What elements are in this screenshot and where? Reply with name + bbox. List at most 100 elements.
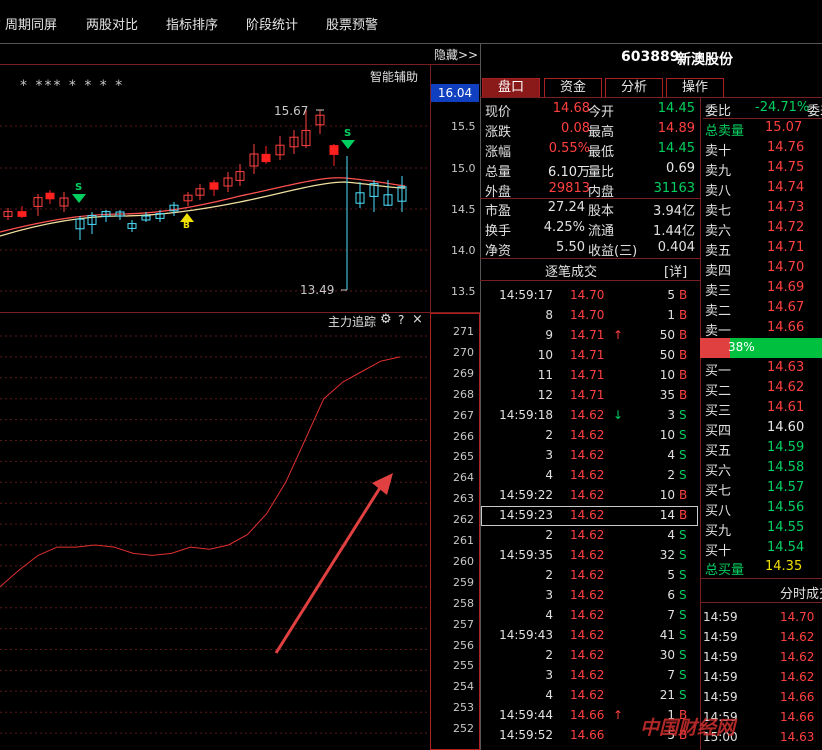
tick-trade-row[interactable]: 8 14.70 1 B bbox=[480, 306, 699, 326]
indicator-tick: 258 bbox=[453, 596, 474, 610]
indicator-tick: 255 bbox=[453, 659, 474, 673]
indicator-tick: 264 bbox=[453, 471, 474, 485]
menu-period-same-screen[interactable]: 周期同屏 bbox=[5, 14, 57, 33]
minute-trade-row[interactable]: 14:59 14.62 bbox=[700, 628, 822, 648]
tab-orderbook[interactable]: 盘口 bbox=[482, 78, 540, 97]
tick-trade-row[interactable]: 14:59:17 14.70 5 B bbox=[480, 286, 699, 306]
tick-trade-row[interactable]: 14:59:22 14.62 10 B bbox=[480, 486, 699, 506]
tab-analysis[interactable]: 分析 bbox=[605, 78, 663, 97]
sell-level-row[interactable]: 卖一 14.66 bbox=[703, 318, 822, 339]
quote-fundamental-row: 净资 5.50 收益(三) 0.404 bbox=[485, 240, 695, 259]
indicator-tick: 268 bbox=[453, 387, 474, 401]
indicator-tick: 263 bbox=[453, 492, 474, 506]
indicator-tick: 260 bbox=[453, 554, 474, 568]
price-tick: 14.0 bbox=[451, 244, 476, 257]
buy-level-row[interactable]: 买九 14.55 bbox=[703, 518, 822, 539]
tick-trade-row[interactable]: 12 14.71 35 B bbox=[480, 386, 699, 406]
ratio-label: 38% bbox=[728, 340, 755, 354]
price-tick: 13.5 bbox=[451, 285, 476, 298]
watermark-logo: 中国财经网 bbox=[640, 717, 736, 739]
buy-level-row[interactable]: 买三 14.61 bbox=[703, 398, 822, 419]
sell-level-row[interactable]: 卖六 14.72 bbox=[703, 218, 822, 239]
quote-row: 总量 6.10万 量比 0.69 bbox=[485, 161, 695, 180]
tab-funds[interactable]: 资金 bbox=[544, 78, 602, 97]
tick-trade-row[interactable]: 2 14.62 10 S bbox=[480, 426, 699, 446]
indicator-tick: 253 bbox=[453, 701, 474, 715]
tick-trade-row[interactable]: 10 14.71 50 B bbox=[480, 346, 699, 366]
indicator-axis: 271 270 269 268 267 266 265 264 263 262 261 260 259 2… bbox=[430, 313, 480, 750]
indicator-tick: 265 bbox=[453, 450, 474, 464]
quote-fundamental-row: 换手 4.25% 流通 1.44亿 bbox=[485, 220, 695, 239]
indicator-chart-svg bbox=[0, 335, 430, 734]
menu-indicator-sort[interactable]: 指标排序 bbox=[166, 14, 218, 33]
indicator-tick: 271 bbox=[453, 325, 474, 338]
sell-signal-icon: S bbox=[341, 128, 355, 150]
indicator-tick: 270 bbox=[453, 345, 474, 359]
tick-trade-row[interactable]: 14:59:18 14.62 ↓ 3 S bbox=[480, 406, 699, 426]
menu-stock-alert[interactable]: 股票预警 bbox=[326, 14, 378, 33]
sell-level-row[interactable]: 卖八 14.74 bbox=[703, 178, 822, 199]
menu-two-stock-compare[interactable]: 两股对比 bbox=[86, 14, 138, 33]
sell-level-row[interactable]: 卖二 14.67 bbox=[703, 298, 822, 319]
top-menu-bar: › 周期同屏 两股对比 指标排序 阶段统计 股票预警 bbox=[0, 0, 822, 44]
quote-row: 外盘 29813 内盘 31163 bbox=[485, 181, 695, 200]
minute-trade-row[interactable]: 14:59 14.62 bbox=[700, 648, 822, 668]
minute-trade-row[interactable]: 14:59 14.66 bbox=[700, 688, 822, 708]
tick-trade-row[interactable]: 4 14.62 7 S bbox=[480, 606, 699, 626]
tick-trade-row[interactable]: 2 14.62 30 S bbox=[480, 646, 699, 666]
indicator-tick: 261 bbox=[453, 534, 474, 547]
sell-level-row[interactable]: 卖四 14.70 bbox=[703, 258, 822, 279]
tick-trade-row[interactable]: 3 14.62 7 S bbox=[480, 666, 699, 686]
price-tick: 15.0 bbox=[451, 162, 476, 175]
tick-trade-row[interactable]: 2 14.62 5 S bbox=[480, 566, 699, 586]
sell-level-row[interactable]: 卖三 14.69 bbox=[703, 278, 822, 299]
kline-chart-panel[interactable]: * *** * * * * 智能辅助 15.67 13.49 S S B bbox=[0, 64, 430, 312]
candle-body bbox=[209, 182, 219, 190]
sell-level-row[interactable]: 卖十 14.76 bbox=[703, 138, 822, 159]
tick-trade-row[interactable]: 3 14.62 6 S bbox=[480, 586, 699, 606]
stock-header: 603889 新澳股份 bbox=[481, 44, 822, 74]
tick-trade-row[interactable]: 2 14.62 4 S bbox=[480, 526, 699, 546]
quote-row: 涨跌 0.08 最高 14.89 bbox=[485, 121, 695, 140]
tick-trade-row[interactable]: 14:59:35 14.62 32 S bbox=[480, 546, 699, 566]
tick-detail-button[interactable]: [详] bbox=[664, 261, 687, 280]
buy-level-row[interactable]: 买一 14.63 bbox=[703, 358, 822, 379]
buy-level-row[interactable]: 买八 14.56 bbox=[703, 498, 822, 519]
menu-stage-stats[interactable]: 阶段统计 bbox=[246, 14, 298, 33]
hide-panel-button[interactable]: 隐藏>> bbox=[434, 46, 478, 63]
buy-level-row[interactable]: 买七 14.57 bbox=[703, 478, 822, 499]
sell-level-row[interactable]: 卖五 14.71 bbox=[703, 238, 822, 259]
selected-row-highlight bbox=[481, 506, 698, 526]
tick-trade-row[interactable]: 3 14.62 4 S bbox=[480, 446, 699, 466]
tick-trade-row[interactable]: 4 14.62 21 S bbox=[480, 686, 699, 706]
price-tick: 15.5 bbox=[451, 120, 476, 133]
current-price-tag: 16.04 bbox=[431, 84, 479, 102]
quote-row: 涨幅 0.55% 最低 14.45 bbox=[485, 141, 695, 160]
buy-level-row[interactable]: 买十 14.54 bbox=[703, 538, 822, 559]
tick-trade-row[interactable]: 4 14.62 2 S bbox=[480, 466, 699, 486]
smart-assist-button[interactable]: 智能辅助 bbox=[370, 68, 418, 85]
indicator-panel[interactable]: 主力追踪 ⚙ ? × bbox=[0, 312, 430, 750]
kline-chart-svg bbox=[0, 109, 430, 292]
buy-level-row[interactable]: 买五 14.59 bbox=[703, 438, 822, 459]
sell-level-row[interactable]: 卖七 14.73 bbox=[703, 198, 822, 219]
tick-trade-row[interactable]: 11 14.71 10 B bbox=[480, 366, 699, 386]
tab-operation[interactable]: 操作 bbox=[666, 78, 724, 97]
minute-trade-row[interactable]: 14:59 14.62 bbox=[700, 668, 822, 688]
sell-level-row[interactable]: 卖九 14.75 bbox=[703, 158, 822, 179]
annotation-arrow bbox=[274, 473, 393, 654]
minute-trade-row[interactable]: 14:59 14.70 bbox=[700, 608, 822, 628]
buy-level-row[interactable]: 买二 14.62 bbox=[703, 378, 822, 399]
candle-body bbox=[329, 145, 339, 155]
tick-trade-row[interactable]: 14:59:43 14.62 41 S bbox=[480, 626, 699, 646]
candle-body bbox=[45, 192, 55, 200]
indicator-tick: 252 bbox=[453, 722, 474, 736]
buy-level-row[interactable]: 买六 14.58 bbox=[703, 458, 822, 479]
tick-trade-row[interactable]: 9 14.71 ↑ 50 B bbox=[480, 326, 699, 346]
indicator-tick: 254 bbox=[453, 680, 474, 694]
quote-row: 现价 14.68 今开 14.45 bbox=[485, 101, 695, 120]
buy-level-row[interactable]: 买四 14.60 bbox=[703, 418, 822, 439]
candle-body bbox=[17, 211, 27, 217]
candle-body bbox=[261, 153, 271, 163]
sell-signal-icon: S bbox=[72, 182, 86, 204]
